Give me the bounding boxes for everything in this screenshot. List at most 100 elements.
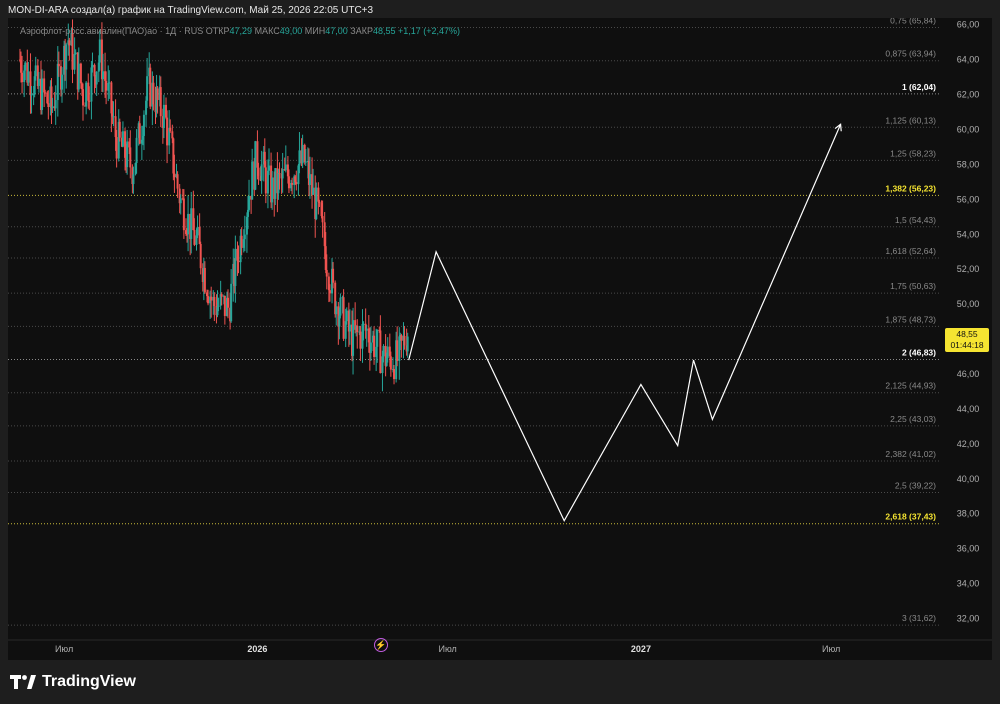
- x-tick-label: 2026: [247, 644, 267, 654]
- candle-body: [243, 234, 246, 240]
- candle-body: [60, 74, 63, 90]
- candle: [230, 269, 233, 323]
- y-axis: 32,00 34,00 36,00 38,00 40,00 42,00 44,00 46,00…: [957, 20, 980, 624]
- header-caption: MON-DI-ARA создал(а) график на TradingVi…: [8, 5, 374, 16]
- candle-body: [304, 161, 307, 163]
- candle-body: [389, 356, 392, 370]
- y-tick-label: 58,00: [957, 159, 980, 169]
- candle-body: [308, 174, 311, 186]
- candle-body: [74, 52, 77, 55]
- candle: [176, 171, 179, 198]
- candle-body: [132, 174, 135, 185]
- tradingview-logo-icon: [10, 675, 36, 689]
- fib-label-4: 1,25 (58,23): [890, 148, 936, 158]
- candle-body: [260, 164, 263, 181]
- candle-body: [207, 296, 210, 304]
- candle-body: [274, 168, 277, 199]
- candle-body: [77, 63, 80, 90]
- candle-body: [115, 137, 118, 159]
- candle-body: [187, 213, 190, 235]
- candle-body: [162, 104, 165, 128]
- candle-body: [149, 67, 152, 107]
- candle-body: [287, 176, 290, 189]
- y-tick-label: 56,00: [957, 194, 980, 204]
- y-tick-label: 40,00: [957, 474, 980, 484]
- candle-body: [362, 323, 365, 325]
- y-tick-label: 66,00: [957, 20, 980, 30]
- candle: [196, 215, 199, 239]
- candle-body: [93, 64, 96, 77]
- candle-body: [156, 88, 159, 100]
- candle: [121, 121, 124, 148]
- x-axis: Июл 2026 Июл 2027 Июл: [8, 639, 992, 654]
- high-label: МАКС: [254, 26, 280, 36]
- candle-body: [88, 100, 91, 102]
- candle-body: [230, 283, 233, 322]
- candle-body: [264, 167, 267, 194]
- candle-body: [193, 230, 196, 245]
- candle-body: [126, 141, 129, 168]
- candle-body: [169, 127, 172, 132]
- price-chart[interactable]: 0,75 (65,84) 0,875 (63,94) 1 (62,04) 1,125 …: [8, 18, 992, 660]
- candle-body: [220, 294, 223, 297]
- candle-body: [173, 173, 176, 178]
- x-tick-label: Июл: [438, 644, 456, 654]
- fib-label-10: 2 (46,83): [902, 348, 936, 358]
- candle-body: [406, 336, 409, 352]
- candle-body: [248, 195, 251, 210]
- y-tick-label: 44,00: [957, 404, 980, 414]
- fibonacci-levels: 0,75 (65,84) 0,875 (63,94) 1 (62,04) 1,125 …: [8, 18, 940, 626]
- y-tick-label: 54,00: [957, 229, 980, 239]
- candle-body: [37, 78, 40, 87]
- candle: [254, 140, 257, 191]
- y-tick-label: 62,00: [957, 90, 980, 100]
- candle-body: [382, 345, 385, 357]
- y-tick-label: 38,00: [957, 509, 980, 519]
- candle-body: [196, 226, 199, 236]
- candle: [339, 293, 342, 319]
- brand-name: TradingView: [42, 673, 136, 690]
- fib-label-15: 2,618 (37,43): [885, 512, 936, 522]
- candle-body: [403, 336, 406, 346]
- candle-body: [105, 80, 108, 91]
- candle-body: [295, 181, 298, 185]
- fib-label-2: 1 (62,04): [902, 82, 936, 92]
- lightning-icon[interactable]: ⚡: [374, 638, 388, 652]
- tradingview-logo[interactable]: TradingView: [10, 673, 136, 691]
- candle-body: [121, 131, 124, 147]
- candle-body: [30, 94, 33, 96]
- candle-body: [318, 201, 321, 203]
- candle-body: [379, 330, 382, 374]
- candle-body: [342, 297, 345, 339]
- candle-body: [217, 305, 220, 307]
- candle-body: [98, 39, 101, 63]
- candle-body: [176, 174, 179, 189]
- candle: [146, 57, 149, 109]
- candle-body: [73, 54, 76, 70]
- chart-area[interactable]: 0,75 (65,84) 0,875 (63,94) 1 (62,04) 1,125 …: [8, 18, 992, 660]
- last-price: 48,55: [956, 329, 978, 339]
- candle-body: [44, 92, 47, 94]
- low-label: МИН: [304, 26, 326, 36]
- candle-body: [301, 144, 304, 164]
- candle-body: [332, 268, 335, 283]
- fib-label-1: 0,875 (63,94): [885, 49, 936, 59]
- y-tick-label: 34,00: [957, 579, 980, 589]
- candle-body: [68, 40, 71, 46]
- fib-label-5: 1,382 (56,23): [885, 183, 936, 193]
- candle-body: [41, 78, 44, 110]
- candle-body: [321, 216, 324, 223]
- candles: [18, 19, 409, 392]
- candle-body: [129, 147, 132, 168]
- candle-body: [317, 187, 320, 202]
- candle-body: [325, 270, 328, 277]
- candle-body: [166, 117, 169, 146]
- candle-body: [27, 71, 30, 83]
- fib-label-16: 3 (31,62): [902, 613, 936, 623]
- bar-countdown: 01:44:18: [950, 340, 984, 350]
- candle-body: [213, 296, 216, 307]
- fib-label-12: 2,25 (43,03): [890, 414, 936, 424]
- candle-body: [101, 71, 104, 80]
- candle-body: [152, 82, 155, 105]
- candle-body: [79, 63, 82, 84]
